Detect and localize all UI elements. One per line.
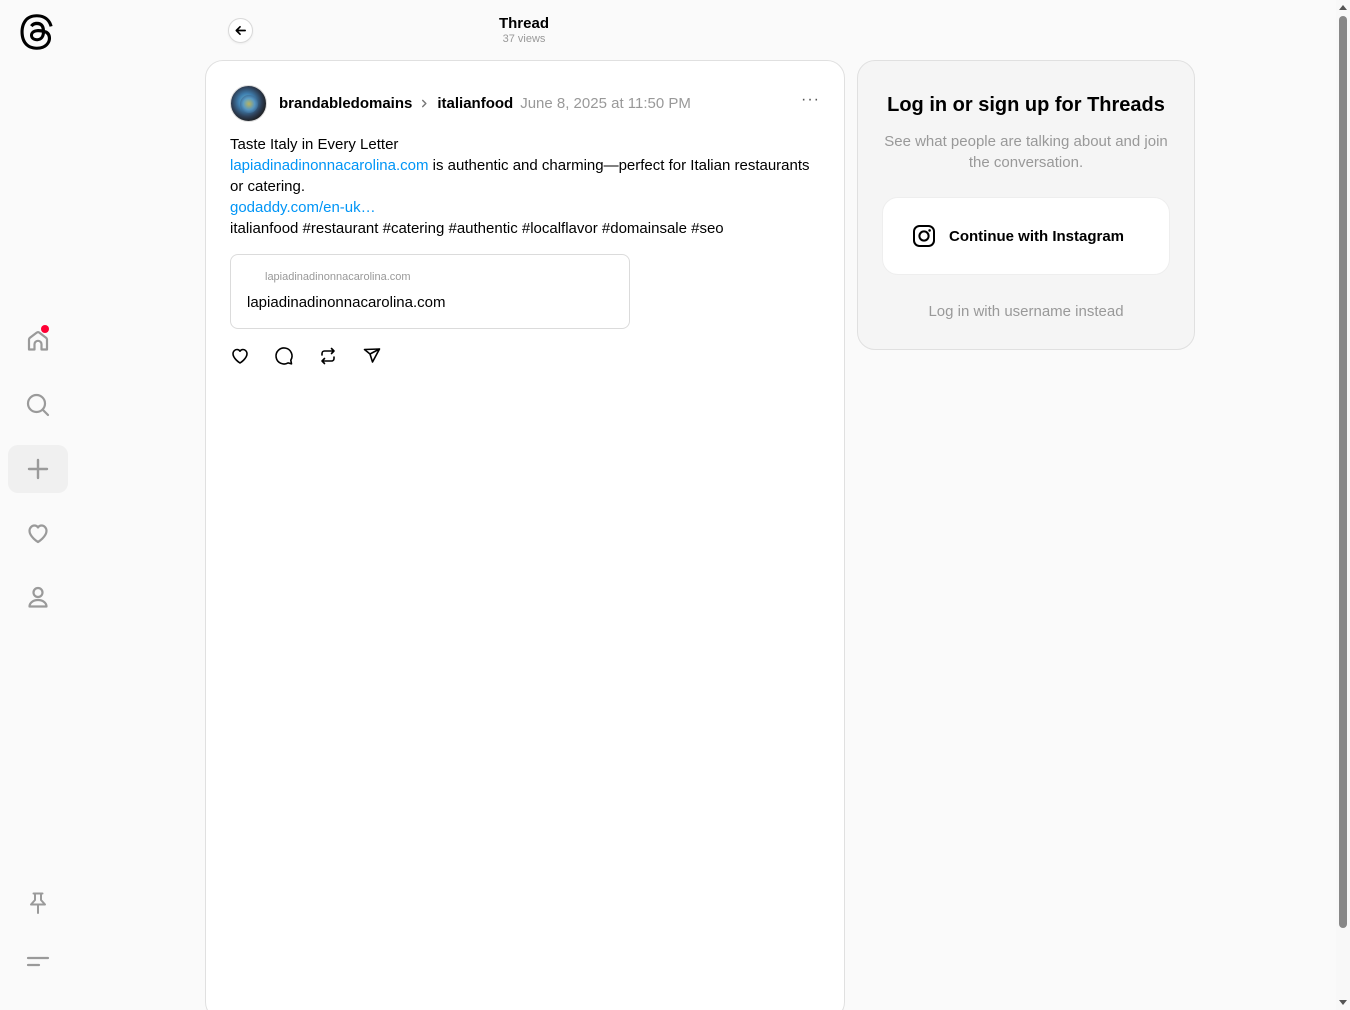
post-timestamp[interactable]: June 8, 2025 at 11:50 PM: [520, 95, 691, 112]
arrow-left-icon: [235, 25, 246, 36]
post-actions: [230, 345, 406, 367]
login-panel: Log in or sign up for Threads See what p…: [857, 60, 1195, 350]
home-nav-button[interactable]: [8, 317, 68, 365]
comment-icon: [275, 347, 293, 365]
post-header: brandabledomains italianfood June 8, 202…: [230, 83, 691, 123]
more-options-button[interactable]: ···: [801, 91, 820, 109]
person-icon: [28, 586, 48, 608]
login-username-link[interactable]: Log in with username instead: [858, 303, 1194, 320]
continue-with-instagram-button[interactable]: Continue with Instagram: [882, 197, 1170, 275]
scroll-up-arrow-icon[interactable]: [1339, 5, 1347, 10]
post-text: Taste Italy in Every Letter lapiadinadin…: [230, 134, 820, 239]
login-subtitle: See what people are talking about and jo…: [884, 133, 1168, 171]
scroll-thumb[interactable]: [1339, 16, 1347, 928]
instagram-button-label: Continue with Instagram: [949, 227, 1125, 245]
scrollbar[interactable]: [1336, 0, 1350, 1010]
like-button[interactable]: [230, 345, 274, 367]
pin-nav-button[interactable]: [8, 879, 68, 927]
menu-nav-button[interactable]: [8, 937, 68, 985]
notification-dot: [41, 325, 49, 333]
activity-nav-button[interactable]: [8, 509, 68, 557]
share-button[interactable]: [362, 345, 406, 367]
link-preview-card[interactable]: lapiadinadinonnacarolina.com lapiadinadi…: [230, 254, 630, 329]
repost-button[interactable]: [318, 345, 362, 367]
thread-card: brandabledomains italianfood June 8, 202…: [205, 60, 845, 1010]
pin-icon: [30, 892, 46, 914]
heart-icon: [232, 348, 248, 364]
back-button[interactable]: [228, 18, 253, 43]
post-line-1: Taste Italy in Every Letter: [230, 136, 399, 153]
reply-button[interactable]: [274, 345, 318, 367]
link-preview-domain: lapiadinadinonnacarolina.com: [265, 271, 411, 283]
plus-icon: [27, 458, 49, 480]
left-nav-rail: [0, 0, 76, 1010]
repost-icon: [321, 347, 335, 365]
avatar[interactable]: [230, 84, 267, 122]
profile-nav-button[interactable]: [8, 573, 68, 621]
login-title: Log in or sign up for Threads: [887, 94, 1165, 116]
page-title: Thread: [498, 15, 549, 32]
threads-logo-icon[interactable]: [20, 14, 56, 50]
send-icon: [363, 348, 381, 363]
heart-icon: [28, 524, 48, 544]
post-topic[interactable]: italianfood: [437, 95, 513, 112]
search-icon: [26, 393, 50, 417]
post-hashtags: italianfood #restaurant #catering #authe…: [230, 220, 724, 237]
instagram-icon: [913, 225, 935, 247]
post-link-domain[interactable]: lapiadinadinonnacarolina.com: [230, 157, 428, 174]
search-nav-button[interactable]: [8, 381, 68, 429]
post-line-2: lapiadinadinonnacarolina.com is authenti…: [230, 155, 820, 197]
post-username[interactable]: brandabledomains: [279, 95, 412, 112]
scroll-down-arrow-icon[interactable]: [1339, 1000, 1347, 1005]
post-link-godaddy[interactable]: godaddy.com/en-uk…: [230, 199, 376, 216]
chevron-right-icon: [420, 96, 429, 111]
menu-icon: [26, 956, 50, 967]
link-preview-title: lapiadinadinonnacarolina.com: [247, 294, 446, 311]
create-nav-button[interactable]: [8, 445, 68, 493]
view-count: 37 views: [502, 33, 546, 45]
